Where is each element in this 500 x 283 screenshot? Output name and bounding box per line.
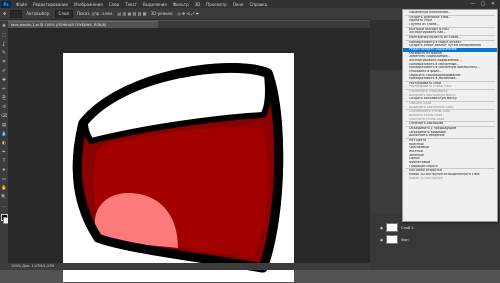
transform-controls-checkbox[interactable]: Показ. упр. элем. — [77, 11, 114, 16]
layer-thumbnail — [386, 223, 399, 232]
align-icons[interactable]: ▤ ▥ ▦ ▧ ▨ ▩ — [118, 11, 147, 16]
window-controls: — ▢ ✕ — [468, 0, 498, 8]
menu-image[interactable]: Изображение — [71, 2, 106, 7]
blur-icon[interactable]: 💧 — [1, 132, 7, 138]
move-tool-icon[interactable]: ✥ — [3, 11, 6, 16]
document-tab[interactable]: face-mouth-1.ai @ 100% (ЛОЖНАЯ ГЛУБИНА, … — [8, 21, 158, 28]
close-button[interactable]: ✕ — [488, 0, 498, 8]
zoom-icon[interactable]: 🔍 — [1, 195, 7, 201]
move-icon[interactable]: ✥ — [1, 24, 7, 30]
stamp-icon[interactable]: ⎘ — [1, 96, 7, 102]
healing-icon[interactable]: ✚ — [1, 78, 7, 84]
menu-edit[interactable]: Редактирование — [30, 2, 71, 7]
menu-view[interactable]: Просмотр — [203, 2, 230, 7]
3d-mode-label: 3D-режим: — [150, 11, 174, 16]
menu-type[interactable]: Текст — [122, 2, 140, 7]
tool-preset-picker[interactable] — [10, 9, 23, 18]
layer-row[interactable]: ◉ Слой 1 — [380, 223, 495, 232]
maximize-button[interactable]: ▢ — [478, 0, 488, 8]
brush-icon[interactable]: ✏ — [1, 87, 7, 93]
context-menu-item: Новая 3D-экструзия — [409, 176, 443, 180]
menu-3d[interactable]: 3D — [192, 2, 204, 7]
eyedropper-icon[interactable]: ✐ — [1, 69, 7, 75]
menu-file[interactable]: Файл — [13, 2, 30, 7]
layer-row[interactable]: ◉ Фон — [380, 235, 495, 244]
more-icon[interactable]: … — [1, 204, 7, 210]
mouth-artwork — [72, 62, 284, 273]
quick-select-icon[interactable]: ✎ — [1, 51, 7, 57]
menu-window[interactable]: Окно — [230, 2, 247, 7]
menu-bar: Ps Файл Редактирование Изображение Слои … — [0, 0, 500, 8]
menu-filter[interactable]: Фильтр — [170, 2, 192, 7]
photoshop-logo-icon: Ps — [1, 0, 11, 8]
history-brush-icon[interactable]: ↺ — [1, 105, 7, 111]
type-icon[interactable]: T — [1, 159, 7, 165]
menu-help[interactable]: Справка — [246, 2, 270, 7]
status-bar: 100% Док: 1,47M/1,47M — [8, 263, 370, 270]
crop-icon[interactable]: ⌗ — [1, 60, 7, 66]
gradient-icon[interactable]: ▤ — [1, 123, 7, 129]
shape-icon[interactable]: ▭ — [1, 177, 7, 183]
menu-select[interactable]: Выделение — [140, 2, 170, 7]
path-select-icon[interactable]: ➤ — [1, 168, 7, 174]
menu-layer[interactable]: Слои — [106, 2, 122, 7]
marquee-icon[interactable]: ⬚ — [1, 33, 7, 39]
autoselect-label: Автовыбор: — [26, 11, 51, 16]
layer-thumbnail — [386, 235, 399, 244]
pen-icon[interactable]: ✒ — [1, 150, 7, 156]
layer-name[interactable]: Фон — [401, 238, 408, 242]
3d-mode-icons[interactable]: ◎ ✥ ⟲ ⤢ ⬌ — [177, 11, 199, 16]
layer-context-menu: Параметры наложения... Создать дубликат с… — [402, 9, 498, 222]
eye-icon[interactable]: ◉ — [380, 226, 383, 230]
hand-icon[interactable]: ✋ — [1, 186, 7, 192]
dodge-icon[interactable]: ◐ — [1, 141, 7, 147]
eraser-icon[interactable]: ⌫ — [1, 114, 7, 120]
color-swatches[interactable] — [0, 214, 10, 224]
autoselect-dropdown[interactable]: Слой — [54, 9, 73, 18]
lasso-icon[interactable]: ʆ — [1, 42, 7, 48]
canvas-area[interactable] — [8, 28, 370, 282]
artboard[interactable] — [63, 53, 294, 282]
eye-icon[interactable]: ◉ — [380, 238, 383, 242]
minimize-button[interactable]: — — [468, 0, 478, 8]
layer-name[interactable]: Слой 1 — [401, 226, 413, 230]
